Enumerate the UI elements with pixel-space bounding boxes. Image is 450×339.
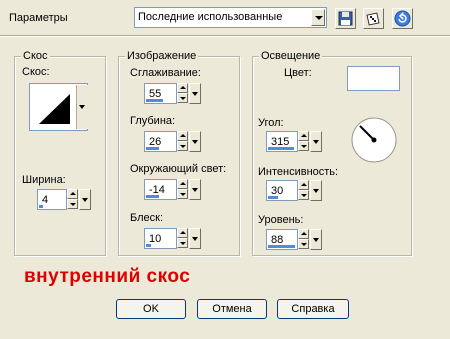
ambience-dropdown-button[interactable] <box>189 179 201 200</box>
depth-updown[interactable] <box>177 131 188 152</box>
angle-spinner[interactable]: 315 <box>266 131 322 152</box>
intensity-field[interactable]: 30 <box>266 180 298 201</box>
width-level-bar <box>39 205 43 208</box>
chevron-down-icon[interactable] <box>311 9 325 26</box>
bevel-preview-picker[interactable] <box>29 83 88 131</box>
color-label: Цвет: <box>284 67 312 79</box>
shininess-level-bar <box>146 244 151 247</box>
ambience-field[interactable]: -14 <box>144 179 177 200</box>
bevel-preview-icon <box>39 94 70 124</box>
params-label: Параметры <box>9 12 68 24</box>
ambience-spinner[interactable]: -14 <box>144 179 202 200</box>
image-group-title: Изображение <box>125 50 199 62</box>
depth-label: Глубина: <box>130 115 176 127</box>
width-spinner[interactable]: 4 <box>37 189 92 210</box>
intensity-level-bar <box>268 196 278 199</box>
save-preset-button[interactable] <box>335 8 356 29</box>
inner-bevel-dialog: Параметры Последние использованные Скос … <box>0 0 450 339</box>
angle-dropdown-button[interactable] <box>310 131 322 152</box>
smoothness-updown[interactable] <box>177 83 188 104</box>
depth-level-bar <box>146 147 159 150</box>
bevel-label: Скос: <box>22 66 50 78</box>
ambience-label: Окружающий свет: <box>130 163 227 175</box>
width-field[interactable]: 4 <box>37 189 67 210</box>
intensity-updown[interactable] <box>298 180 309 201</box>
smoothness-field[interactable]: 55 <box>144 83 177 104</box>
depth-spinner[interactable]: 26 <box>144 131 202 152</box>
width-label: Ширина: <box>22 174 66 186</box>
smoothness-spinner[interactable]: 55 <box>144 83 202 104</box>
shininess-spinner[interactable]: 10 <box>144 228 202 249</box>
smoothness-dropdown-button[interactable] <box>189 83 201 104</box>
elevation-spinner[interactable]: 88 <box>266 229 322 250</box>
intensity-label: Интенсивность: <box>258 166 339 178</box>
width-updown[interactable] <box>67 189 78 210</box>
depth-field[interactable]: 26 <box>144 131 177 152</box>
bevel-chevron-down-icon[interactable] <box>76 85 88 129</box>
elevation-level-bar <box>268 245 295 248</box>
lighting-group-title: Освещение <box>259 50 323 62</box>
cancel-button[interactable]: Отмена <box>197 299 267 319</box>
elevation-dropdown-button[interactable] <box>310 229 322 250</box>
ambience-level-bar <box>146 195 159 198</box>
smoothness-level-bar <box>146 99 163 102</box>
angle-updown[interactable] <box>298 131 309 152</box>
ok-button[interactable]: OK <box>116 299 186 319</box>
shininess-updown[interactable] <box>177 228 188 249</box>
angle-label: Угол: <box>258 117 284 129</box>
light-color-swatch[interactable] <box>347 66 400 91</box>
help-button[interactable]: Справка <box>277 299 349 319</box>
reset-button[interactable] <box>392 8 413 29</box>
header-separator <box>0 35 450 37</box>
bevel-group-title: Скос <box>21 50 50 62</box>
intensity-dropdown-button[interactable] <box>310 180 322 201</box>
preset-dropdown[interactable]: Последние использованные <box>134 7 327 28</box>
elevation-field[interactable]: 88 <box>266 229 298 250</box>
dice-icon <box>366 12 380 26</box>
angle-level-bar <box>268 147 294 150</box>
intensity-spinner[interactable]: 30 <box>266 180 322 201</box>
preset-value: Последние использованные <box>138 11 283 23</box>
shininess-dropdown-button[interactable] <box>189 228 201 249</box>
depth-dropdown-button[interactable] <box>189 131 201 152</box>
elevation-updown[interactable] <box>298 229 309 250</box>
shininess-label: Блеск: <box>130 212 163 224</box>
angle-dial-icon[interactable] <box>348 116 400 164</box>
width-dropdown-button[interactable] <box>79 189 91 210</box>
elevation-label: Уровень: <box>258 214 304 226</box>
smoothness-label: Сглаживание: <box>130 67 201 79</box>
ambience-updown[interactable] <box>177 179 188 200</box>
caption-text: внутренний скос <box>24 266 191 287</box>
save-icon <box>338 11 353 26</box>
angle-field[interactable]: 315 <box>266 131 298 152</box>
shininess-field[interactable]: 10 <box>144 228 177 249</box>
reset-arrow-icon <box>394 10 411 27</box>
randomize-button[interactable] <box>363 8 384 29</box>
